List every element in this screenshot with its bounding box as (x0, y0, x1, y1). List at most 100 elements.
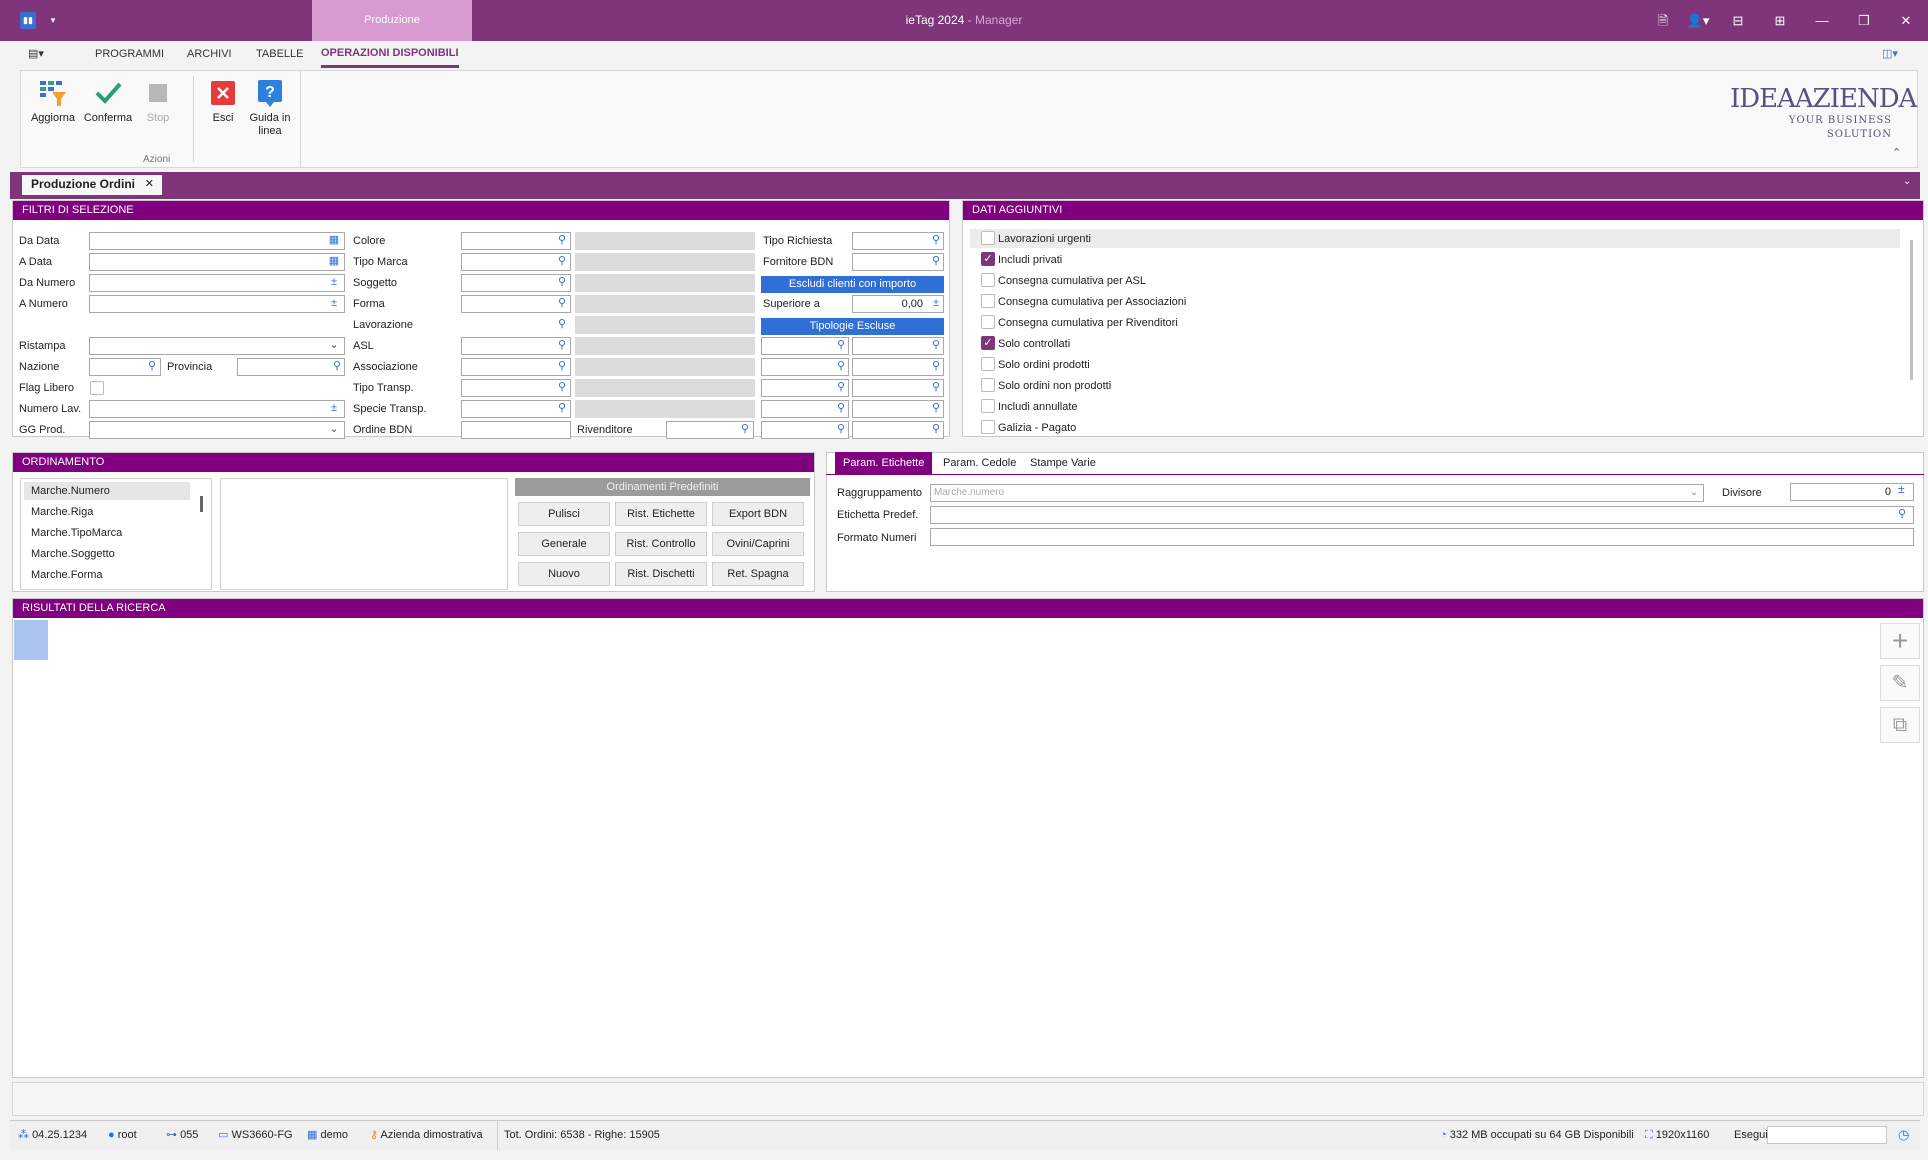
search-icon[interactable]: ⚲ (929, 379, 943, 395)
search-icon[interactable]: ⚲ (834, 421, 848, 437)
search-icon[interactable]: ⚲ (834, 337, 848, 353)
tab-produzione-ordini[interactable]: Produzione Ordini ✕ (22, 173, 162, 195)
aggiorna-button[interactable]: Aggiorna (28, 78, 78, 125)
ordinamento-btn-8[interactable]: Ret. Spagna (712, 562, 804, 586)
menu-archivi[interactable]: ARCHIVI (187, 41, 232, 68)
search-icon[interactable]: ⚲ (555, 358, 569, 374)
stepper-icon[interactable]: ± (929, 295, 943, 311)
ordinamento-btn-1[interactable]: Rist. Etichette (615, 502, 707, 526)
dati-checkbox-3[interactable] (981, 294, 995, 308)
filtro-input-0[interactable] (89, 232, 345, 250)
ordinamento-field-1[interactable]: Marche.Riga (24, 503, 190, 521)
dati-scrollbar[interactable] (1910, 240, 1913, 380)
search-icon[interactable]: ⚲ (555, 253, 569, 269)
filtro-select-4[interactable] (89, 337, 345, 355)
ribbon-collapse-icon[interactable]: ⌃ (1892, 146, 1901, 159)
search-icon[interactable]: ⚲ (555, 274, 569, 290)
formato-numeri-input[interactable] (930, 528, 1914, 546)
ordinamento-list-scrollbar[interactable] (200, 496, 203, 512)
restore-icon[interactable]: ❐ (1856, 12, 1872, 29)
add-icon[interactable]: + (1880, 623, 1920, 659)
esegui-input[interactable] (1767, 1126, 1887, 1144)
filtro2-input-9[interactable] (461, 421, 571, 439)
save-icon[interactable]: ⊟ (1730, 12, 1746, 29)
dati-checkbox-6[interactable] (981, 357, 995, 371)
title-context-tab[interactable]: Produzione (312, 0, 472, 41)
copy-icon[interactable]: ⧉ (1880, 707, 1920, 743)
close-window-icon[interactable]: ✕ (1898, 12, 1914, 29)
menu-operazioni-disponibili[interactable]: OPERAZIONI DISPONIBILI (321, 41, 459, 68)
raggruppamento-select[interactable]: Marche.numero (930, 484, 1704, 502)
tab-param-etichette[interactable]: Param. Etichette (835, 452, 933, 474)
etichetta-predef-input[interactable] (930, 506, 1914, 524)
search-icon[interactable]: ⚲ (929, 421, 943, 437)
escludi-clienti-button[interactable]: Escludi clienti con importo (761, 276, 944, 293)
clock-icon[interactable]: ◷ (1898, 1120, 1909, 1150)
provincia-input[interactable] (237, 358, 345, 376)
ordinamento-btn-7[interactable]: Rist. Dischetti (615, 562, 707, 586)
search-icon[interactable]: ⚲ (929, 232, 943, 248)
dati-checkbox-0[interactable] (981, 231, 995, 245)
ordinamento-btn-2[interactable]: Export BDN (712, 502, 804, 526)
search-icon[interactable]: ⚲ (555, 337, 569, 353)
grid-corner-icon[interactable] (14, 620, 48, 660)
stop-button[interactable]: Stop (140, 78, 176, 125)
ordinamento-field-0[interactable]: Marche.Numero (24, 482, 190, 500)
guida-button[interactable]: ? Guida in linea (246, 78, 294, 138)
tab-close-icon[interactable]: ✕ (145, 175, 154, 193)
search-icon[interactable]: ⚲ (834, 379, 848, 395)
flag-libero-checkbox[interactable] (90, 381, 104, 395)
ordinamento-field-4[interactable]: Marche.Forma (24, 566, 190, 584)
stepper-icon[interactable]: ± (327, 274, 341, 290)
dati-checkbox-2[interactable] (981, 273, 995, 287)
search-icon[interactable]: ⚲ (145, 358, 159, 374)
document-icon[interactable]: 🗎 (1655, 12, 1671, 29)
view-menu-icon[interactable]: ▤▾ (28, 41, 50, 68)
search-icon[interactable]: ⚲ (555, 232, 569, 248)
ordinamento-field-3[interactable]: Marche.Soggetto (24, 545, 190, 563)
dati-checkbox-1[interactable]: ✓ (981, 252, 995, 266)
ordinamento-btn-6[interactable]: Nuovo (518, 562, 610, 586)
search-icon[interactable]: ⚲ (929, 358, 943, 374)
tipologie-escluse-button[interactable]: Tipologie Escluse (761, 318, 944, 335)
stepper-icon[interactable]: ± (327, 400, 341, 416)
search-icon[interactable]: ⚲ (330, 358, 344, 374)
search-icon[interactable]: ⚲ (555, 316, 569, 332)
search-icon[interactable]: ⚲ (834, 400, 848, 416)
stepper-icon[interactable]: ± (327, 295, 341, 311)
dati-checkbox-7[interactable] (981, 378, 995, 392)
search-icon[interactable]: ⚲ (1898, 507, 1906, 520)
ordinamento-field-2[interactable]: Marche.TipoMarca (24, 524, 190, 542)
calendar-icon[interactable]: ▦ (327, 253, 341, 269)
dati-checkbox-4[interactable] (981, 315, 995, 329)
conferma-button[interactable]: Conferma (82, 78, 134, 125)
dati-checkbox-5[interactable]: ✓ (981, 336, 995, 350)
ordinamento-btn-4[interactable]: Rist. Controllo (615, 532, 707, 556)
app-icon[interactable]: ▮▮ (20, 12, 36, 29)
filtro-input-3[interactable] (89, 295, 345, 313)
menu-programmi[interactable]: PROGRAMMI (95, 41, 164, 68)
calendar-icon[interactable]: ▦ (327, 232, 341, 248)
quick-access-dropdown-icon[interactable]: ▾ (46, 12, 60, 29)
ordinamento-selected-list[interactable] (220, 478, 508, 590)
edit-icon[interactable]: ✎ (1880, 665, 1920, 701)
search-icon[interactable]: ⚲ (555, 379, 569, 395)
search-icon[interactable]: ⚲ (929, 337, 943, 353)
tab-list-dropdown-icon[interactable]: ⌄ (1903, 176, 1911, 187)
search-icon[interactable]: ⚲ (929, 253, 943, 269)
ordinamento-btn-0[interactable]: Pulisci (518, 502, 610, 526)
dati-checkbox-9[interactable] (981, 420, 995, 434)
esci-button[interactable]: Esci (208, 78, 238, 125)
minimize-icon[interactable]: — (1814, 12, 1830, 29)
ordinamento-btn-3[interactable]: Generale (518, 532, 610, 556)
filtro-input-2[interactable] (89, 274, 345, 292)
chevron-down-icon[interactable]: ⌄ (327, 337, 341, 353)
user-menu-icon[interactable]: 👤▾ (1685, 12, 1711, 29)
search-icon[interactable]: ⚲ (555, 295, 569, 311)
divisore-stepper-icon[interactable]: ± (1898, 482, 1905, 496)
layout-switch-icon[interactable]: ◫▾ (1882, 41, 1910, 68)
chevron-down-icon[interactable]: ⌄ (327, 421, 341, 437)
filtro-select-8[interactable] (89, 421, 345, 439)
ordinamento-btn-5[interactable]: Ovini/Caprini (712, 532, 804, 556)
search-icon[interactable]: ⚲ (929, 400, 943, 416)
